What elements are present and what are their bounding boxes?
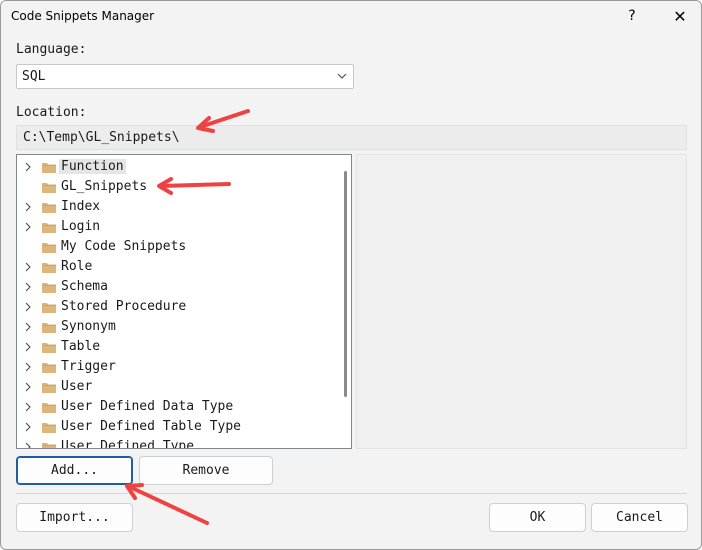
chevron-right-icon[interactable] bbox=[23, 221, 33, 233]
remove-button[interactable]: Remove bbox=[139, 456, 273, 485]
window-title: Code Snippets Manager bbox=[11, 9, 155, 23]
snippet-details-pane bbox=[356, 154, 687, 449]
tree-item-label: Role bbox=[61, 259, 93, 274]
folder-icon bbox=[42, 203, 56, 213]
tree-item-label: User bbox=[61, 379, 93, 394]
chevron-right-icon[interactable] bbox=[23, 421, 33, 433]
chevron-right-icon[interactable] bbox=[23, 441, 33, 449]
tree-item-label: My Code Snippets bbox=[61, 239, 187, 254]
chevron-right-icon[interactable] bbox=[23, 361, 33, 373]
tree-item-label: Trigger bbox=[61, 359, 116, 374]
tree-item[interactable]: Synonym bbox=[17, 317, 337, 337]
tree-item[interactable]: User Defined Type bbox=[17, 437, 337, 449]
tree-item-label: User Defined Data Type bbox=[61, 399, 234, 414]
chevron-right-icon[interactable] bbox=[23, 161, 33, 173]
tree-item[interactable]: Login bbox=[17, 217, 337, 237]
folder-icon bbox=[42, 383, 56, 393]
folder-icon bbox=[42, 443, 56, 448]
tree-item-label: Schema bbox=[61, 279, 108, 294]
tree-item[interactable]: User Defined Table Type bbox=[17, 417, 337, 437]
folder-icon bbox=[42, 363, 56, 373]
folder-icon bbox=[42, 183, 56, 193]
tree-item[interactable]: User bbox=[17, 377, 337, 397]
cancel-button[interactable]: Cancel bbox=[591, 503, 688, 532]
location-label: Location: bbox=[16, 105, 87, 120]
tree-item[interactable]: Stored Procedure bbox=[17, 297, 337, 317]
code-snippets-manager-dialog: Code Snippets Manager ? ✕ Language: SQL … bbox=[0, 0, 702, 550]
language-selected-value: SQL bbox=[22, 69, 46, 84]
folder-icon bbox=[42, 263, 56, 273]
chevron-down-icon bbox=[337, 73, 347, 79]
tree-item[interactable]: Table bbox=[17, 337, 337, 357]
location-field: C:\Temp\GL_Snippets\ bbox=[16, 125, 687, 150]
tree-item-label: GL_Snippets bbox=[61, 179, 148, 194]
folder-icon bbox=[42, 323, 56, 333]
chevron-right-icon[interactable] bbox=[23, 281, 33, 293]
folder-icon bbox=[42, 303, 56, 313]
tree-item-label: User Defined Type bbox=[61, 439, 195, 449]
add-button[interactable]: Add... bbox=[16, 456, 133, 485]
tree-item[interactable]: Trigger bbox=[17, 357, 337, 377]
language-label: Language: bbox=[16, 42, 87, 57]
ok-button[interactable]: OK bbox=[489, 503, 586, 532]
tree-item[interactable]: Role bbox=[17, 257, 337, 277]
separator bbox=[16, 493, 687, 494]
folder-icon bbox=[42, 163, 56, 173]
close-button[interactable]: ✕ bbox=[660, 1, 700, 31]
tree-item[interactable]: Index bbox=[17, 197, 337, 217]
chevron-right-icon[interactable] bbox=[23, 341, 33, 353]
tree-item-label: Login bbox=[61, 219, 101, 234]
chevron-right-icon[interactable] bbox=[23, 261, 33, 273]
tree-item[interactable]: Function bbox=[17, 157, 337, 177]
help-button[interactable]: ? bbox=[612, 1, 652, 31]
tree-item[interactable]: GL_Snippets bbox=[17, 177, 337, 197]
chevron-right-icon[interactable] bbox=[23, 381, 33, 393]
tree-item-label: Synonym bbox=[61, 319, 116, 334]
scrollbar-thumb[interactable] bbox=[344, 171, 347, 397]
folder-icon bbox=[42, 223, 56, 233]
snippet-folder-tree[interactable]: User Defined Type User Defined Table Type… bbox=[16, 154, 352, 449]
folder-icon bbox=[42, 423, 56, 433]
import-button[interactable]: Import... bbox=[16, 503, 133, 532]
tree-item[interactable]: Schema bbox=[17, 277, 337, 297]
language-select[interactable]: SQL bbox=[16, 64, 354, 89]
folder-icon bbox=[42, 343, 56, 353]
chevron-right-icon[interactable] bbox=[23, 321, 33, 333]
chevron-right-icon[interactable] bbox=[23, 301, 33, 313]
chevron-right-icon[interactable] bbox=[23, 201, 33, 213]
chevron-right-icon[interactable] bbox=[23, 401, 33, 413]
folder-icon bbox=[42, 283, 56, 293]
title-bar: Code Snippets Manager ? ✕ bbox=[1, 1, 701, 32]
folder-icon bbox=[42, 243, 56, 253]
tree-scrollbar[interactable] bbox=[340, 155, 351, 448]
tree-item-label: Index bbox=[61, 199, 101, 214]
folder-icon bbox=[42, 403, 56, 413]
tree-item-label: User Defined Table Type bbox=[61, 419, 242, 434]
tree-item-label: Table bbox=[61, 339, 101, 354]
tree-item-label: Function bbox=[59, 159, 126, 174]
location-value: C:\Temp\GL_Snippets\ bbox=[23, 130, 180, 145]
arrow-to-add-button bbox=[125, 483, 209, 525]
tree-item[interactable]: My Code Snippets bbox=[17, 237, 337, 257]
tree-item[interactable]: User Defined Data Type bbox=[17, 397, 337, 417]
tree-item-label: Stored Procedure bbox=[61, 299, 187, 314]
